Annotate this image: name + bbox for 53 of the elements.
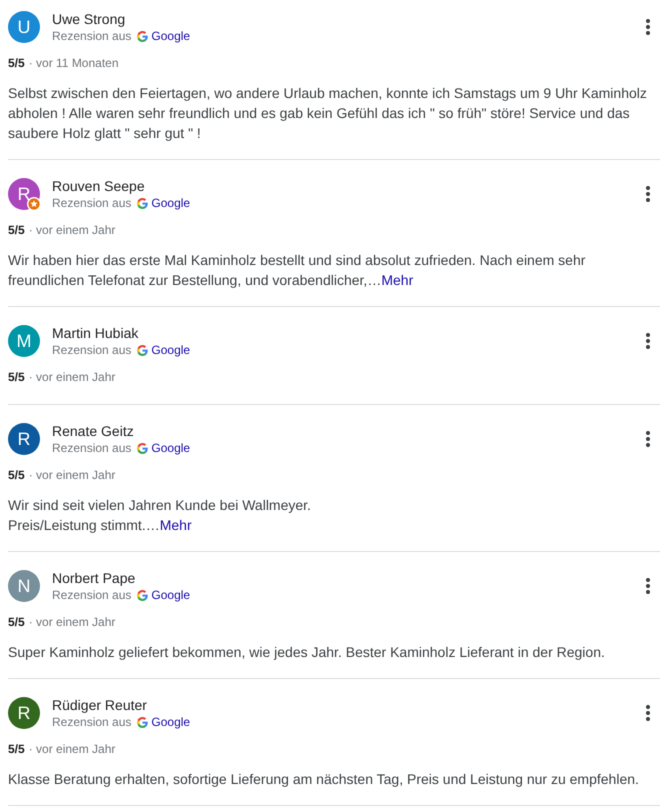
more-link[interactable]: Mehr	[381, 272, 414, 288]
user-avatar[interactable]: M	[8, 325, 40, 357]
user-avatar[interactable]: R	[8, 697, 40, 729]
user-avatar[interactable]: U	[8, 11, 40, 43]
review-date: · vor 11 Monaten	[28, 55, 119, 71]
source-label: Rezension aus	[52, 714, 132, 730]
rating-score: 5/5	[8, 222, 25, 238]
user-avatar[interactable]: R	[8, 423, 40, 455]
review-text: Wir haben hier das erste Mal Kaminholz bestellt und sind absolut zufrieden. Nach einem sehr freundlichen Telefonat zur Bestellung, und vorabendlicher,…Mehr	[8, 251, 586, 290]
more-options-icon[interactable]	[646, 578, 650, 594]
google-logo-icon	[137, 30, 148, 42]
google-link[interactable]: Google	[151, 195, 190, 211]
google-link[interactable]: Google	[151, 440, 190, 456]
more-options-icon[interactable]	[646, 19, 650, 35]
review-date: · vor einem Jahr	[28, 467, 116, 483]
author-name[interactable]: Uwe Strong	[52, 11, 126, 27]
review-date: · vor einem Jahr	[28, 741, 116, 757]
source-label: Rezension aus	[52, 342, 132, 358]
source-label: Rezension aus	[52, 440, 132, 456]
rating-score: 5/5	[8, 55, 25, 71]
author-name[interactable]: Rouven Seepe	[52, 178, 145, 194]
review-text: Klasse Beratung erhalten, sofortige Lieferung am nächsten Tag, Preis und Leistung nur zu empfehlen.	[8, 770, 640, 789]
more-link[interactable]: Mehr	[160, 517, 192, 533]
rating-score: 5/5	[8, 369, 25, 385]
google-link[interactable]: Google	[151, 28, 190, 44]
google-logo-icon	[137, 716, 148, 728]
author-name[interactable]: Renate Geitz	[52, 423, 134, 439]
review-date: · vor einem Jahr	[28, 369, 116, 385]
more-options-icon[interactable]	[646, 186, 650, 202]
google-link[interactable]: Google	[151, 714, 190, 730]
google-logo-icon	[137, 344, 148, 356]
google-logo-icon	[137, 442, 148, 454]
google-link[interactable]: Google	[151, 587, 190, 603]
more-options-icon[interactable]	[646, 333, 650, 349]
review-text: Super Kaminholz geliefert bekommen, wie jedes Jahr. Bester Kaminholz Lieferant in der Region.	[8, 643, 606, 662]
source-label: Rezension aus	[52, 587, 132, 603]
author-name[interactable]: Norbert Pape	[52, 570, 136, 586]
source-label: Rezension aus	[52, 28, 132, 44]
google-logo-icon	[137, 590, 148, 600]
author-name[interactable]: Rüdiger Reuter	[52, 697, 147, 713]
source-label: Rezension aus	[52, 195, 132, 211]
google-link[interactable]: Google	[151, 342, 190, 358]
more-options-icon[interactable]	[646, 431, 650, 447]
more-options-icon[interactable]	[646, 705, 650, 721]
rating-score: 5/5	[8, 467, 25, 483]
author-name[interactable]: Martin Hubiak	[52, 325, 138, 341]
review-text: Selbst zwischen den Feiertagen, wo andere Urlaub machen, konnte ich Samstags um 9 Uhr Kaminholz abholen ! Alle waren sehr freundlich und es gab kein Gefühl das ich " so früh" störe! Service und das saubere Holz glatt " sehr gut " !	[8, 84, 648, 143]
review-text: Wir sind seit vielen Jahren Kunde bei Wallmeyer. Preis/Leistung stimmt.…Mehr	[8, 496, 312, 535]
review-date: · vor einem Jahr	[28, 222, 116, 238]
review-date: · vor einem Jahr	[28, 614, 116, 630]
google-logo-icon	[137, 198, 148, 208]
rating-score: 5/5	[8, 741, 25, 757]
rating-score: 5/5	[8, 614, 25, 630]
